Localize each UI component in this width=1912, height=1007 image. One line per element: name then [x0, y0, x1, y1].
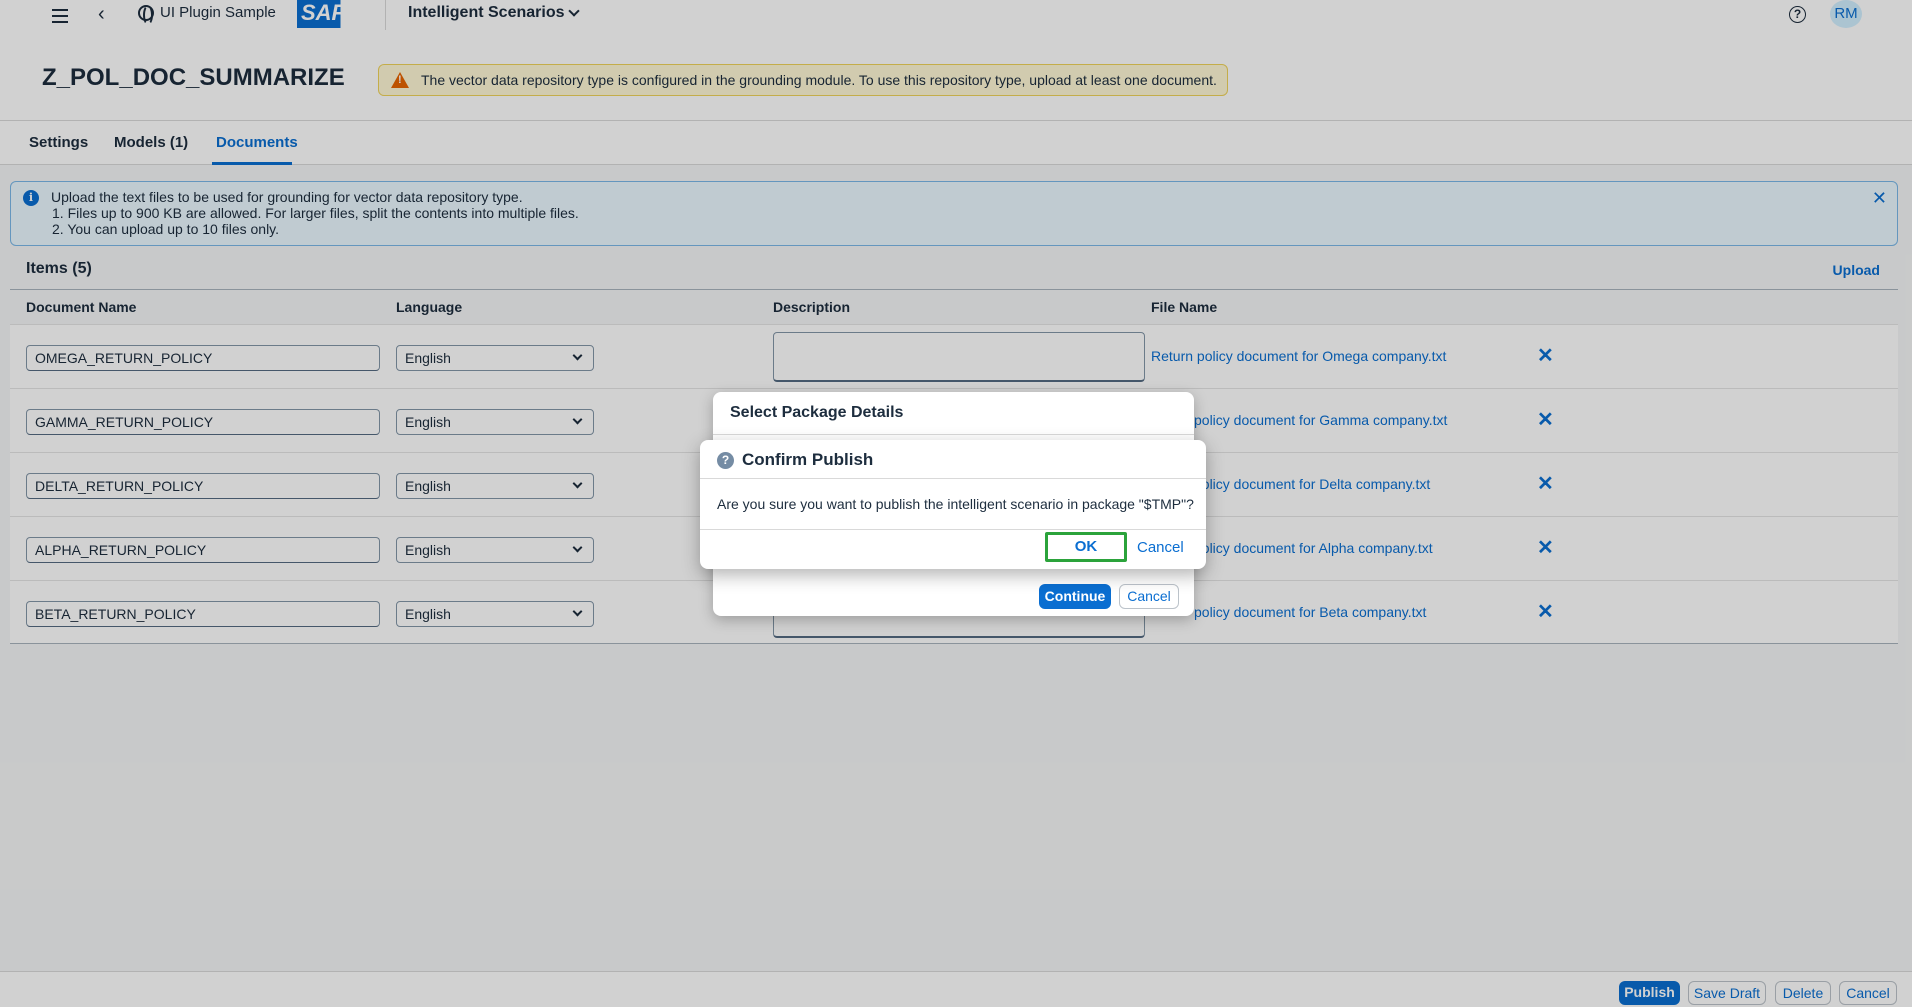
dialog-divider — [713, 434, 1194, 435]
dialog-divider — [700, 478, 1206, 479]
continue-button[interactable]: Continue — [1039, 584, 1111, 609]
dialog-divider — [700, 529, 1206, 530]
ok-button[interactable]: OK — [1045, 532, 1127, 562]
dialog-message: Are you sure you want to publish the int… — [717, 496, 1194, 512]
cancel-button[interactable]: Cancel — [1119, 584, 1179, 609]
confirm-publish-dialog: ? Confirm Publish Are you sure you want … — [700, 440, 1206, 569]
dialog-title: Select Package Details — [730, 404, 904, 421]
question-icon: ? — [717, 452, 734, 469]
cancel-button[interactable]: Cancel — [1137, 539, 1184, 556]
dialog-title: Confirm Publish — [742, 450, 874, 469]
